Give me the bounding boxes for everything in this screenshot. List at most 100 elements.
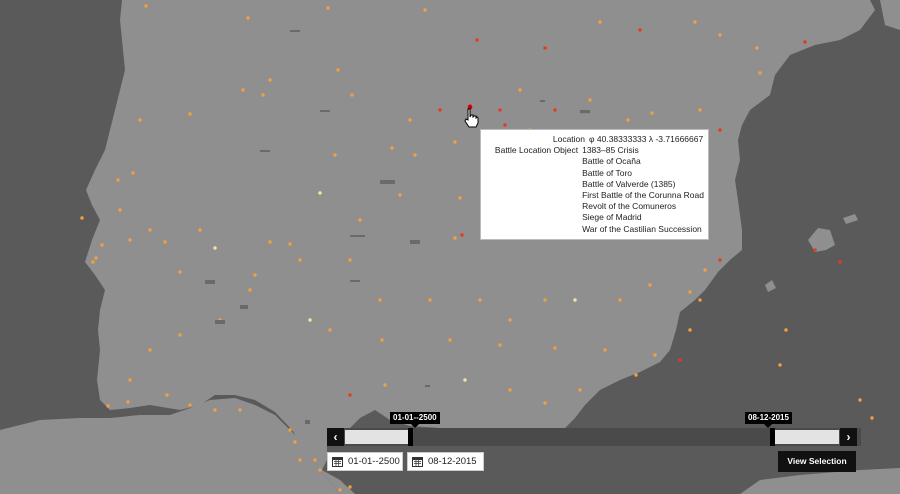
battle-dot[interactable] — [148, 348, 152, 352]
battle-dot[interactable] — [553, 346, 557, 350]
battle-dot[interactable] — [460, 233, 464, 237]
battle-dot[interactable] — [348, 485, 352, 489]
battle-item[interactable]: Revolt of the Comuneros — [582, 201, 704, 212]
battle-dot[interactable] — [213, 408, 217, 412]
battle-dot[interactable] — [718, 128, 722, 132]
timeline-prev-button[interactable]: ‹ — [327, 428, 344, 446]
battle-dot[interactable] — [755, 46, 759, 50]
battle-item[interactable]: Siege of Madrid — [582, 212, 704, 223]
battle-dot[interactable] — [553, 108, 557, 112]
battle-dot[interactable] — [838, 260, 842, 264]
timeline-start-handle[interactable] — [408, 428, 413, 446]
battle-dot[interactable] — [188, 112, 192, 116]
battle-dot[interactable] — [148, 228, 152, 232]
battle-dot[interactable] — [778, 363, 782, 367]
battle-dot[interactable] — [578, 388, 582, 392]
battle-dot[interactable] — [588, 98, 592, 102]
battle-dot[interactable] — [126, 400, 130, 404]
battle-dot[interactable] — [268, 240, 272, 244]
battle-dot[interactable] — [453, 236, 457, 240]
battle-dot[interactable] — [650, 111, 654, 115]
battle-dot[interactable] — [318, 191, 322, 195]
battle-dot[interactable] — [423, 8, 427, 12]
battle-dot[interactable] — [333, 153, 337, 157]
battle-dot[interactable] — [378, 298, 382, 302]
battle-dot[interactable] — [328, 328, 332, 332]
battle-dot[interactable] — [128, 238, 132, 242]
battle-dot[interactable] — [678, 358, 682, 362]
battle-dot[interactable] — [128, 378, 132, 382]
battle-dot[interactable] — [543, 298, 547, 302]
timeline-end-handle[interactable] — [770, 428, 775, 446]
start-date-field[interactable]: 01-01--2500 — [327, 452, 403, 471]
battle-dot[interactable] — [131, 171, 135, 175]
battle-dot[interactable] — [453, 140, 457, 144]
battle-dot[interactable] — [326, 6, 330, 10]
battle-dot[interactable] — [106, 404, 110, 408]
battle-dot[interactable] — [498, 343, 502, 347]
view-selection-button[interactable]: View Selection — [778, 451, 856, 472]
battle-dot[interactable] — [653, 353, 657, 357]
battle-dot[interactable] — [338, 488, 342, 492]
battle-dot[interactable] — [543, 46, 547, 50]
battle-dot[interactable] — [398, 193, 402, 197]
battle-dot[interactable] — [238, 408, 242, 412]
battle-dot[interactable] — [543, 401, 547, 405]
battle-dot[interactable] — [80, 216, 84, 220]
battle-dot[interactable] — [698, 108, 702, 112]
battle-dot[interactable] — [438, 108, 442, 112]
battle-dot[interactable] — [758, 71, 762, 75]
battle-dot[interactable] — [298, 258, 302, 262]
battle-dot[interactable] — [463, 378, 467, 382]
battle-dot[interactable] — [703, 268, 707, 272]
battle-dot[interactable] — [246, 16, 250, 20]
battle-dot[interactable] — [348, 258, 352, 262]
battle-dot[interactable] — [573, 298, 577, 302]
battle-dot[interactable] — [718, 258, 722, 262]
battle-dot[interactable] — [428, 298, 432, 302]
battle-dot[interactable] — [163, 240, 167, 244]
battle-dot[interactable] — [648, 283, 652, 287]
battle-dot[interactable] — [213, 246, 217, 250]
battle-dot[interactable] — [253, 273, 257, 277]
battle-item[interactable]: Battle of Toro — [582, 168, 704, 179]
battle-dot[interactable] — [138, 118, 142, 122]
battle-dot[interactable] — [634, 373, 638, 377]
battle-dot[interactable] — [350, 93, 354, 97]
battle-dot[interactable] — [268, 78, 272, 82]
battle-dot[interactable] — [313, 458, 317, 462]
battle-dot[interactable] — [198, 228, 202, 232]
battle-dot[interactable] — [336, 68, 340, 72]
battle-dot[interactable] — [813, 248, 817, 252]
battle-dot[interactable] — [518, 88, 522, 92]
battle-dot[interactable] — [508, 318, 512, 322]
battle-dot[interactable] — [478, 298, 482, 302]
battle-dot[interactable] — [118, 208, 122, 212]
battle-dot[interactable] — [288, 242, 292, 246]
battle-item[interactable]: Battle of Ocaña — [582, 156, 704, 167]
timeline-next-button[interactable]: › — [840, 428, 857, 446]
battle-dot[interactable] — [380, 338, 384, 342]
battle-dot[interactable] — [165, 393, 169, 397]
battle-dot[interactable] — [293, 440, 297, 444]
battle-dot[interactable] — [858, 398, 862, 402]
battle-item[interactable]: War of the Castilian Succession — [582, 224, 704, 235]
battle-dot[interactable] — [784, 328, 788, 332]
battle-dot[interactable] — [693, 20, 697, 24]
battle-dot[interactable] — [688, 328, 692, 332]
battle-dot[interactable] — [698, 298, 702, 302]
battle-dot[interactable] — [718, 33, 722, 37]
battle-dot[interactable] — [618, 298, 622, 302]
battle-dot[interactable] — [448, 338, 452, 342]
battle-dot[interactable] — [358, 218, 362, 222]
battle-dot[interactable] — [508, 388, 512, 392]
battle-dot[interactable] — [318, 468, 322, 472]
battle-dot[interactable] — [188, 403, 192, 407]
battle-dot[interactable] — [503, 123, 507, 127]
battle-dot[interactable] — [100, 243, 104, 247]
battle-dot[interactable] — [803, 40, 807, 44]
battle-dot[interactable] — [261, 93, 265, 97]
battle-dot[interactable] — [348, 393, 352, 397]
battle-dot[interactable] — [598, 20, 602, 24]
battle-dot[interactable] — [144, 4, 148, 8]
